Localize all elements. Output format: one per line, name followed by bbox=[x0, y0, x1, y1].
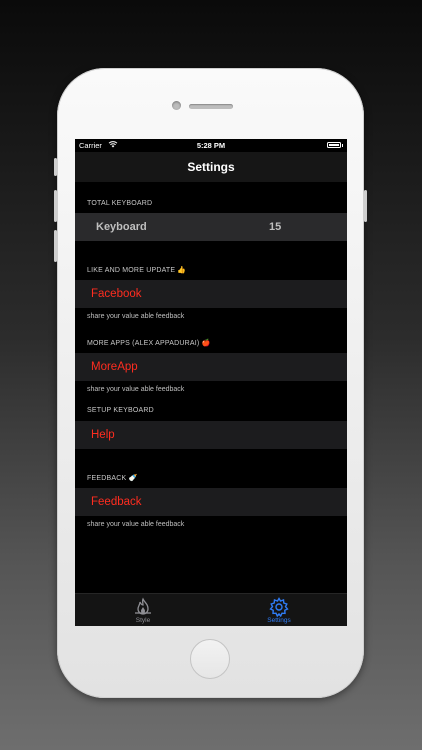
section-header-feedback: FEEDBACK 🍼 bbox=[87, 475, 138, 482]
app-screen: Carrier 5:28 PM Settings TOTAL KEYBOARD … bbox=[75, 139, 347, 626]
volume-up-button bbox=[54, 190, 57, 222]
earpiece-speaker bbox=[189, 104, 233, 109]
navigation-bar: Settings bbox=[75, 152, 347, 182]
section-header-setup: SETUP KEYBOARD bbox=[87, 407, 154, 414]
feedback-footer-note: share your value able feedback bbox=[87, 521, 185, 528]
tab-bar: Style Settings bbox=[75, 593, 347, 626]
power-button bbox=[364, 190, 367, 222]
moreapp-label: MoreApp bbox=[91, 361, 138, 373]
moreapp-footer-note: share your value able feedback bbox=[87, 386, 185, 393]
status-time: 5:28 PM bbox=[196, 141, 226, 150]
home-button[interactable] bbox=[190, 639, 230, 679]
tab-style[interactable]: Style bbox=[75, 594, 211, 626]
volume-down-button bbox=[54, 230, 57, 262]
front-camera bbox=[172, 101, 181, 110]
moreapp-row[interactable]: MoreApp bbox=[75, 353, 347, 381]
keyboard-count-row: Keyboard 15 bbox=[75, 213, 347, 241]
flame-icon bbox=[135, 597, 151, 615]
section-header-more-apps: MORE APPS (ALEX APPADURAI) 🍎 bbox=[87, 340, 211, 347]
mute-switch bbox=[54, 158, 57, 176]
section-header-like: LIKE AND MORE UPDATE 👍 bbox=[87, 267, 187, 274]
facebook-label: Facebook bbox=[91, 288, 142, 300]
tab-style-label: Style bbox=[135, 617, 151, 624]
page-title: Settings bbox=[187, 160, 235, 174]
keyboard-count-value: 15 bbox=[269, 221, 282, 233]
status-bar: Carrier 5:28 PM bbox=[75, 139, 347, 152]
help-label: Help bbox=[91, 429, 115, 441]
facebook-row[interactable]: Facebook bbox=[75, 280, 347, 308]
section-header-total-keyboard: TOTAL KEYBOARD bbox=[87, 200, 153, 207]
feedback-row[interactable]: Feedback bbox=[75, 488, 347, 516]
help-row[interactable]: Help bbox=[75, 421, 347, 449]
feedback-label: Feedback bbox=[91, 496, 142, 508]
tab-settings-label: Settings bbox=[267, 617, 291, 624]
keyboard-count-label: Keyboard bbox=[96, 221, 147, 233]
tab-settings[interactable]: Settings bbox=[211, 594, 347, 626]
battery-icon bbox=[327, 142, 343, 148]
gear-icon bbox=[269, 597, 289, 617]
facebook-footer-note: share your value able feedback bbox=[87, 313, 185, 320]
